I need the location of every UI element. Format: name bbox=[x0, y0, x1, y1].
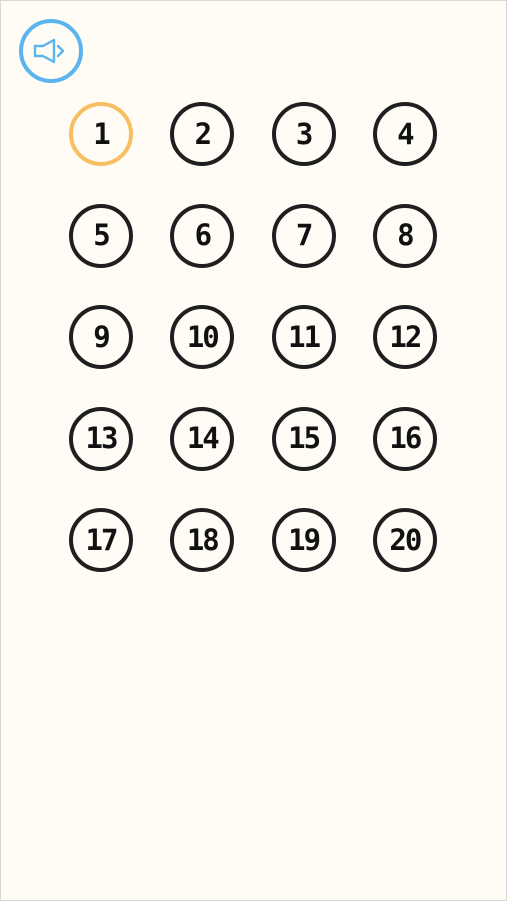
level-number: 18 bbox=[186, 522, 220, 557]
level-number: 7 bbox=[295, 218, 314, 252]
level-number: 16 bbox=[389, 421, 422, 455]
level-number: 12 bbox=[389, 319, 422, 354]
level-button-8[interactable]: 8 bbox=[372, 203, 437, 268]
level-button-6[interactable]: 6 bbox=[170, 203, 235, 268]
game-screen: 1 2 3 4 5 6 7 8 9 10 11 12 13 14 15 16 17 18 19 20 bbox=[0, 0, 507, 901]
level-button-5[interactable]: 5 bbox=[69, 203, 133, 268]
level-button-20[interactable]: 20 bbox=[372, 508, 437, 572]
level-button-16[interactable]: 16 bbox=[372, 406, 437, 471]
level-button-4[interactable]: 4 bbox=[372, 102, 437, 166]
level-button-10[interactable]: 10 bbox=[170, 305, 235, 369]
level-button-15[interactable]: 15 bbox=[271, 406, 336, 471]
level-number: 20 bbox=[389, 522, 422, 557]
level-number: 11 bbox=[288, 319, 321, 354]
level-button-18[interactable]: 18 bbox=[170, 508, 235, 572]
level-number: 19 bbox=[288, 522, 321, 557]
level-button-14[interactable]: 14 bbox=[170, 406, 235, 471]
level-number: 15 bbox=[288, 421, 321, 455]
level-grid: 1 2 3 4 5 6 7 8 9 10 11 12 13 14 15 16 17 18 19 20 bbox=[69, 102, 438, 572]
level-button-1[interactable]: 1 bbox=[69, 102, 133, 166]
level-number: 10 bbox=[186, 319, 220, 354]
level-number: 14 bbox=[186, 421, 220, 455]
level-button-3[interactable]: 3 bbox=[271, 102, 336, 166]
sound-toggle-button[interactable] bbox=[19, 19, 83, 83]
level-button-12[interactable]: 12 bbox=[372, 305, 437, 369]
level-number: 8 bbox=[397, 218, 415, 252]
level-button-9[interactable]: 9 bbox=[69, 305, 133, 369]
level-button-13[interactable]: 13 bbox=[69, 406, 133, 471]
level-number: 5 bbox=[93, 218, 111, 252]
level-number: 9 bbox=[93, 319, 111, 354]
level-number: 2 bbox=[194, 116, 213, 151]
speaker-icon bbox=[32, 38, 70, 64]
level-button-2[interactable]: 2 bbox=[170, 102, 235, 166]
level-number: 3 bbox=[295, 116, 314, 151]
level-button-17[interactable]: 17 bbox=[69, 508, 133, 572]
level-number: 13 bbox=[85, 421, 119, 455]
level-button-19[interactable]: 19 bbox=[271, 508, 336, 572]
level-number: 6 bbox=[194, 218, 213, 252]
level-number: 1 bbox=[93, 116, 111, 151]
level-number: 4 bbox=[397, 116, 415, 151]
level-number: 17 bbox=[85, 522, 119, 557]
level-button-11[interactable]: 11 bbox=[271, 305, 336, 369]
level-button-7[interactable]: 7 bbox=[271, 203, 336, 268]
